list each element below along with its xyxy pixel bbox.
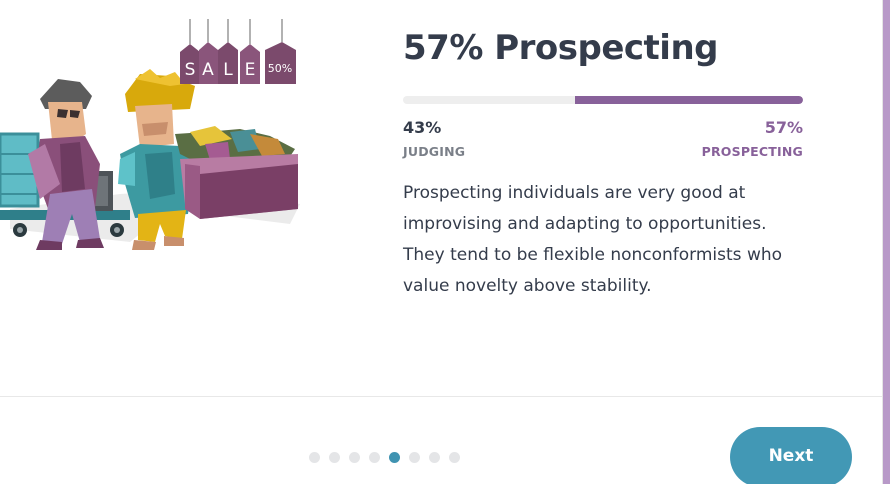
prospecting-percent: 57% <box>764 118 803 137</box>
judging-label: JUDGING <box>403 144 466 159</box>
shopping-illustration: S A L E 50% <box>0 19 300 250</box>
pagination-dot[interactable] <box>309 452 320 463</box>
footer-divider <box>0 396 882 397</box>
scale-left: 43% JUDGING <box>403 118 465 159</box>
pagination-dot[interactable] <box>409 452 420 463</box>
tag-letter: S <box>185 60 196 80</box>
trait-progress-fill <box>575 96 803 104</box>
pagination-dot[interactable] <box>389 452 400 463</box>
tag-discount: 50% <box>268 62 292 75</box>
scrollbar[interactable] <box>883 0 890 484</box>
tag-letter: L <box>223 60 233 80</box>
pagination-dot[interactable] <box>369 452 380 463</box>
next-button[interactable]: Next <box>730 427 852 484</box>
sale-tags: S A L E 50% <box>180 19 296 84</box>
pagination-dot[interactable] <box>349 452 360 463</box>
page-title: 57% Prospecting <box>403 28 719 68</box>
tag-letter: A <box>202 60 214 80</box>
pagination-dot[interactable] <box>449 452 460 463</box>
trait-progress-bar <box>403 96 803 104</box>
pagination-dot[interactable] <box>329 452 340 463</box>
result-panel: 57% Prospecting 43% JUDGING 57% PROSPECT… <box>403 26 803 302</box>
tag-letter: E <box>245 60 256 80</box>
judging-percent: 43% <box>403 118 442 137</box>
pagination-dot[interactable] <box>429 452 440 463</box>
scale-right: 57% PROSPECTING <box>702 118 803 159</box>
trait-description: Prospecting individuals are very good at… <box>403 183 783 296</box>
trait-scale: 43% JUDGING 57% PROSPECTING <box>403 118 803 166</box>
pagination-dots <box>309 452 460 463</box>
prospecting-label: PROSPECTING <box>701 144 803 159</box>
sale-bin <box>175 126 298 219</box>
